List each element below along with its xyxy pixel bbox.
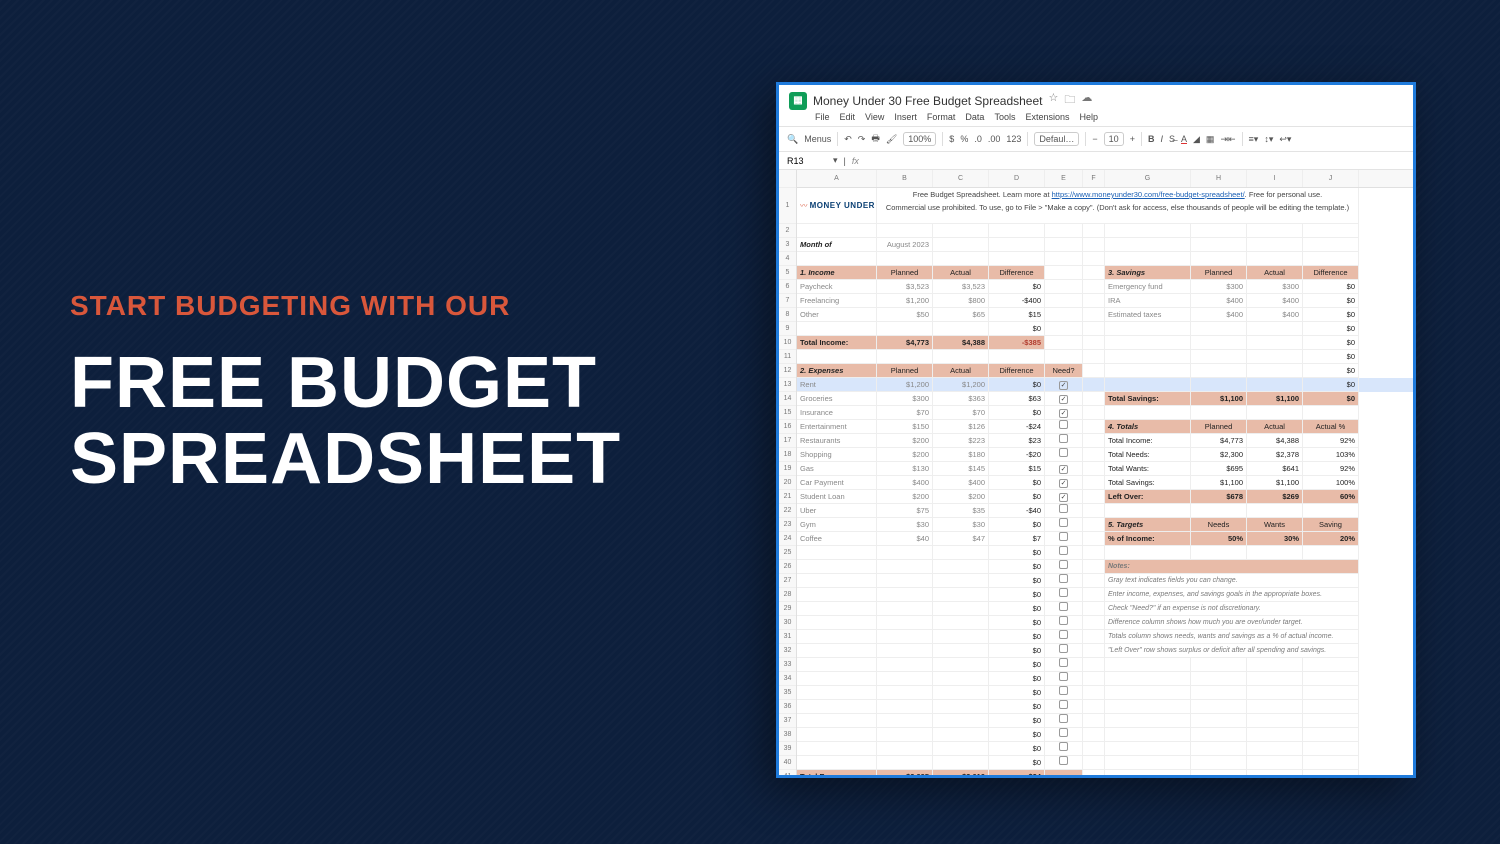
redo-icon[interactable]: ↷	[858, 134, 866, 145]
italic-icon[interactable]: I	[1160, 134, 1163, 144]
paint-icon[interactable]: 🖌	[886, 134, 897, 145]
align-icon[interactable]: ≡▾	[1249, 134, 1259, 145]
promo-block: START BUDGETING WITH OUR FREE BUDGET SPR…	[70, 290, 621, 497]
menu-data[interactable]: Data	[965, 112, 984, 122]
print-icon[interactable]: 🖶	[871, 131, 880, 147]
menu-insert[interactable]: Insert	[894, 112, 917, 122]
borders-icon[interactable]: ▦	[1206, 134, 1215, 145]
menu-bar: File Edit View Insert Format Data Tools …	[779, 112, 1413, 126]
font-dec-icon[interactable]: −	[1092, 134, 1097, 144]
star-icon[interactable]: ☆	[1048, 91, 1058, 110]
menu-extensions[interactable]: Extensions	[1025, 112, 1069, 122]
percent-icon[interactable]: %	[960, 134, 968, 144]
valign-icon[interactable]: ↕▾	[1264, 134, 1273, 145]
grid-body[interactable]: 〰 MONEY UNDER 30Free Budget Spreadsheet.…	[797, 188, 1413, 778]
toolbar: Menus ↶ ↷ 🖶 🖌 100% $ % .0 .00 123 Defaul…	[779, 126, 1413, 152]
merge-icon[interactable]: ⇥⇤	[1220, 134, 1235, 145]
promo-subtitle: START BUDGETING WITH OUR	[70, 290, 621, 322]
dec-increase-icon[interactable]: .00	[988, 134, 1001, 144]
fx-icon: fx	[852, 156, 859, 166]
menu-tools[interactable]: Tools	[994, 112, 1015, 122]
grid[interactable]: 1234567891011121314151617181920212223242…	[779, 170, 1413, 778]
fill-color-icon[interactable]: ◢	[1193, 134, 1200, 145]
strike-icon[interactable]: S̶	[1169, 134, 1175, 144]
cloud-icon[interactable]: ☁	[1081, 91, 1092, 110]
row-headers[interactable]: 1234567891011121314151617181920212223242…	[779, 170, 797, 778]
toolbar-menus[interactable]: Menus	[804, 134, 831, 144]
search-icon[interactable]	[787, 134, 798, 145]
bold-icon[interactable]: B	[1148, 134, 1155, 144]
spreadsheet-window: ▦ Money Under 30 Free Budget Spreadsheet…	[776, 82, 1416, 778]
text-color-icon[interactable]: A	[1181, 134, 1187, 144]
menu-view[interactable]: View	[865, 112, 884, 122]
document-title[interactable]: Money Under 30 Free Budget Spreadsheet	[813, 94, 1042, 108]
title-bar: ▦ Money Under 30 Free Budget Spreadsheet…	[779, 85, 1413, 112]
name-box-dropdown-icon[interactable]: ▾	[833, 155, 838, 166]
promo-title: FREE BUDGET SPREADSHEET	[70, 346, 621, 497]
menu-edit[interactable]: Edit	[840, 112, 856, 122]
font-inc-icon[interactable]: +	[1130, 134, 1135, 144]
wrap-icon[interactable]: ↩▾	[1279, 134, 1291, 145]
move-icon[interactable]: 🗀	[1064, 91, 1075, 110]
sheets-logo-icon: ▦	[789, 92, 807, 110]
currency-icon[interactable]: $	[949, 134, 954, 144]
menu-format[interactable]: Format	[927, 112, 956, 122]
font-select[interactable]: Defaul…	[1034, 132, 1079, 146]
name-box[interactable]	[787, 156, 827, 166]
dec-decrease-icon[interactable]: .0	[974, 134, 982, 144]
menu-file[interactable]: File	[815, 112, 830, 122]
font-size[interactable]: 10	[1104, 132, 1124, 146]
name-box-row: ▾ | fx	[779, 152, 1413, 170]
numfmt-icon[interactable]: 123	[1006, 134, 1021, 144]
column-headers[interactable]: ABCDEFGHIJ	[797, 170, 1413, 188]
menu-help[interactable]: Help	[1079, 112, 1098, 122]
zoom-select[interactable]: 100%	[903, 132, 936, 146]
undo-icon[interactable]: ↶	[844, 134, 852, 145]
